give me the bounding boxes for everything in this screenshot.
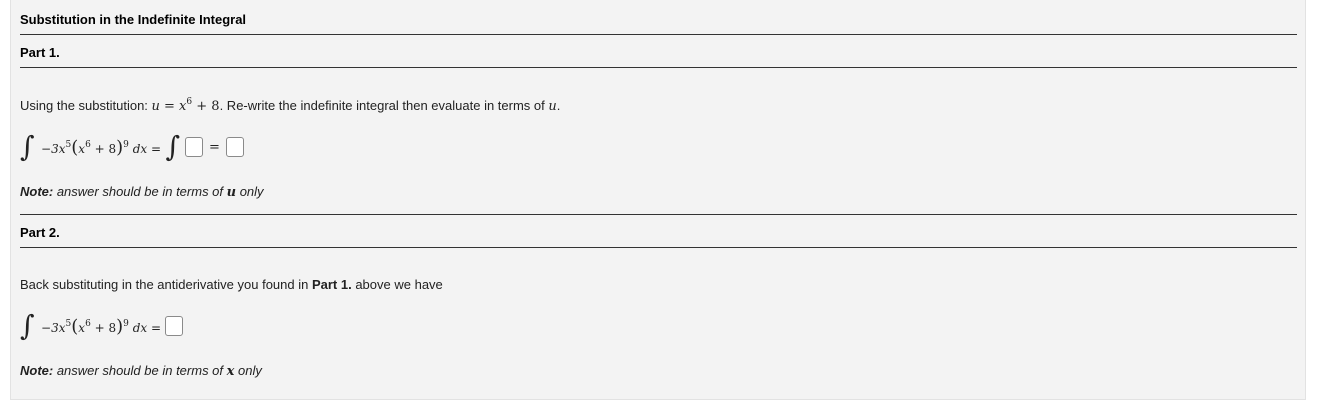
instruction-end: . — [556, 98, 561, 113]
part1-instruction: Using the substitution: u = x6 + 8. Re-w… — [20, 97, 560, 114]
integrand: −3x5(x6 + 8)9 dx = — [41, 137, 161, 158]
divider — [20, 247, 1297, 248]
problem-panel — [10, 0, 1306, 400]
instruction-suffix: . Re-write the indefinite integral then … — [219, 98, 549, 113]
divider — [20, 67, 1297, 68]
instruction-prefix: Using the substitution: — [20, 98, 152, 113]
integral-sign: ∫ — [20, 309, 35, 342]
integral-sign: ∫ — [165, 130, 181, 163]
substitution-expression: u = x6 + 8 — [151, 97, 220, 114]
note-text: answer should be in terms of — [53, 184, 227, 199]
inner-rest: + 8 — [90, 141, 117, 156]
integrand-dx: dx = — [128, 320, 162, 335]
text-prefix: Back substituting in the antiderivative … — [20, 277, 312, 292]
page-title: Substitution in the Indefinite Integral — [20, 12, 247, 27]
text-suffix: above we have — [351, 277, 443, 292]
note-end: only — [234, 363, 262, 378]
answer-input-antiderivative[interactable] — [165, 316, 184, 336]
divider — [20, 214, 1297, 215]
integral-sign: ∫ — [20, 130, 35, 163]
part1-note: Note: answer should be in terms of u onl… — [20, 184, 264, 200]
note-text: answer should be in terms of — [53, 363, 227, 378]
part1-heading: Part 1. — [20, 45, 60, 60]
answer-input-integrand[interactable] — [184, 137, 203, 157]
substitution-lhs: u = x — [151, 99, 187, 114]
note-label: Note: — [20, 184, 54, 199]
divider — [20, 34, 1297, 35]
part2-instruction: Back substituting in the antiderivative … — [20, 277, 443, 292]
inner-rest: + 8 — [90, 320, 117, 335]
part1-equation: ∫ −3x5(x6 + 8)9 dx = ∫ = — [20, 130, 245, 164]
note-label: Note: — [20, 363, 54, 378]
integrand-coefficient: −3x — [41, 141, 66, 156]
integrand-coefficient: −3x — [41, 320, 66, 335]
substitution-rest: + 8 — [192, 99, 220, 114]
part2-equation: ∫ −3x5(x6 + 8)9 dx = — [20, 309, 184, 343]
text-bold: Part 1. — [311, 277, 352, 292]
part2-heading: Part 2. — [20, 225, 60, 240]
integrand-dx: dx = — [128, 141, 162, 156]
equals-sign: = — [208, 139, 220, 155]
note-end: only — [236, 184, 264, 199]
instruction-variable: u — [548, 99, 557, 114]
part2-note: Note: answer should be in terms of x onl… — [20, 363, 262, 379]
answer-input-result[interactable] — [226, 137, 245, 157]
integrand: −3x5(x6 + 8)9 dx = — [41, 316, 161, 337]
note-variable: u — [226, 185, 237, 200]
